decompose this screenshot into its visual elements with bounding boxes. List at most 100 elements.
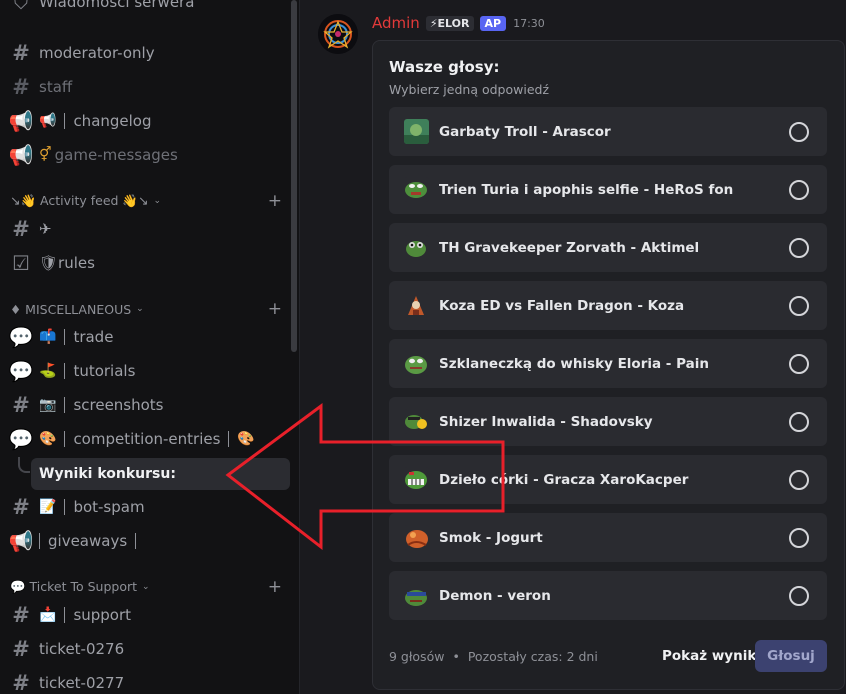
poll-option[interactable]: Shizer Inwalida - Shadovsky xyxy=(389,397,827,446)
channel-label: trade xyxy=(73,328,114,346)
radio-button[interactable] xyxy=(789,122,809,142)
separator xyxy=(135,533,137,549)
separator xyxy=(39,533,40,549)
channel-label: changelog xyxy=(73,112,152,130)
channel-plane[interactable]: # ✈ xyxy=(8,213,288,245)
username[interactable]: Admin xyxy=(372,14,420,32)
poll-title: Wasze głosy: xyxy=(389,58,500,76)
channel-trade[interactable]: 💬 📫 trade xyxy=(8,321,288,353)
channel-ticket-0276[interactable]: # ticket-0276 xyxy=(8,633,288,665)
option-label: Smok - Jogurt xyxy=(439,529,543,546)
channel-label: screenshots xyxy=(73,396,164,414)
channel-emoji: 🎨 xyxy=(39,431,57,447)
poll-option[interactable]: Szklaneczką do whisky Eloria - Pain xyxy=(389,339,827,388)
add-channel-icon[interactable]: + xyxy=(268,577,282,597)
option-thumbnail xyxy=(404,583,429,608)
channel-game-messages[interactable]: 📢 ⚥ game-messages xyxy=(8,139,288,171)
channel-label: bot-spam xyxy=(73,498,145,516)
channel-label: ticket-0276 xyxy=(39,640,125,658)
radio-button[interactable] xyxy=(789,180,809,200)
radio-button[interactable] xyxy=(789,354,809,374)
radio-button[interactable] xyxy=(789,586,809,606)
show-results-button[interactable]: Pokaż wyniki xyxy=(662,648,761,664)
option-thumbnail xyxy=(404,409,429,434)
hash-icon: # xyxy=(12,393,30,417)
poll-option[interactable]: Demon - veron xyxy=(389,571,827,620)
radio-button[interactable] xyxy=(789,296,809,316)
channel-emoji: 📢 xyxy=(39,113,57,129)
bullet-separator: • xyxy=(452,649,460,664)
radio-button[interactable] xyxy=(789,470,809,490)
radio-button[interactable] xyxy=(789,238,809,258)
chevron-down-icon: ⌄ xyxy=(153,196,162,206)
poll-option[interactable]: Smok - Jogurt xyxy=(389,513,827,562)
thread-wyniki-konkursu[interactable]: Wyniki konkursu: xyxy=(31,458,290,490)
timestamp[interactable]: 17:30 xyxy=(513,17,545,30)
option-label: Koza ED vs Fallen Dragon - Koza xyxy=(439,297,685,314)
separator xyxy=(64,329,66,345)
channel-support[interactable]: # 📩 support xyxy=(8,599,288,631)
channel-emoji: 📩 xyxy=(39,607,57,623)
thread-label: Wyniki konkursu: xyxy=(39,466,176,482)
channel-giveaways[interactable]: 📢 giveaways xyxy=(8,525,288,557)
channel-emoji: 📫 xyxy=(39,329,57,345)
poll-option[interactable]: Garbaty Troll - Arascor xyxy=(389,107,827,156)
poll-option[interactable]: TH Gravekeeper Zorvath - Aktimel xyxy=(389,223,827,272)
channel-bot-spam[interactable]: # 📝 bot-spam xyxy=(8,491,288,523)
guild-tag-badge[interactable]: ⚡ELOR xyxy=(425,15,474,31)
category-activity-feed[interactable]: ↘👋 Activity feed 👋↘ ⌄ + xyxy=(10,191,290,211)
channel-label: 🛡rules xyxy=(39,254,95,272)
megaphone-icon: 📢 xyxy=(8,109,34,133)
channel-label: staff xyxy=(39,78,73,96)
hash-icon: # xyxy=(12,41,30,65)
hash-icon: # xyxy=(12,75,30,99)
hash-icon: # xyxy=(12,495,30,519)
channel-label: moderator-only xyxy=(39,44,155,62)
category-miscellaneous[interactable]: ♦ MISCELLANEOUS ⌄ + xyxy=(10,299,290,319)
option-thumbnail xyxy=(404,293,429,318)
channel-staff[interactable]: # staff xyxy=(8,71,288,103)
option-thumbnail xyxy=(404,119,429,144)
hash-icon: # xyxy=(12,217,30,241)
option-label: Trien Turia i apophis selfie - HeRoS fon xyxy=(439,181,734,198)
channel-ticket-0277[interactable]: # ticket-0277 xyxy=(8,667,288,694)
channel-emoji: 🎨 xyxy=(237,431,255,447)
channel-tutorials[interactable]: 💬 ⛳ tutorials xyxy=(8,355,288,387)
radio-button[interactable] xyxy=(789,412,809,432)
channel-competition-entries[interactable]: 💬 🎨 competition-entries 🎨 xyxy=(8,423,288,455)
category-ticket-support[interactable]: 💬 Ticket To Support ⌄ + xyxy=(10,577,290,597)
channel-rules[interactable]: ☑ 🛡rules xyxy=(8,247,288,279)
poll-option[interactable]: Dzieło córki - Gracza XaroKacper xyxy=(389,455,827,504)
option-thumbnail xyxy=(404,177,429,202)
poll-option[interactable]: Koza ED vs Fallen Dragon - Koza xyxy=(389,281,827,330)
chevron-down-icon: ⌄ xyxy=(136,304,144,314)
channel-label: giveaways xyxy=(48,532,128,550)
radio-button[interactable] xyxy=(789,528,809,548)
avatar[interactable] xyxy=(318,14,358,54)
option-thumbnail xyxy=(404,525,429,550)
hash-icon: # xyxy=(12,603,30,627)
message-header: Admin ⚡ELOR AP 17:30 xyxy=(372,12,545,34)
separator xyxy=(64,363,66,379)
sidebar-scrollbar[interactable] xyxy=(291,0,297,352)
shield-icon: ⛉ xyxy=(13,0,29,14)
channel-sidebar: ⛉ Wiadomości serwera # moderator-only # … xyxy=(0,0,300,694)
poll-option[interactable]: Trien Turia i apophis selfie - HeRoS fon xyxy=(389,165,827,214)
channel-moderator-only[interactable]: # moderator-only xyxy=(8,37,288,69)
poll-subtitle: Wybierz jedną odpowiedź xyxy=(389,82,550,97)
channel-screenshots[interactable]: # 📷 screenshots xyxy=(8,389,288,421)
option-label: Demon - veron xyxy=(439,587,551,604)
vote-button[interactable]: Głosuj xyxy=(755,640,827,672)
category-label: 💬 Ticket To Support xyxy=(10,579,138,594)
forum-icon: 💬 xyxy=(8,427,34,451)
megaphone-icon: 📢 xyxy=(8,529,34,553)
option-thumbnail xyxy=(404,467,429,492)
add-channel-icon[interactable]: + xyxy=(268,191,282,211)
channel-label: tutorials xyxy=(73,362,136,380)
thread-connector xyxy=(18,457,30,473)
forum-icon: 💬 xyxy=(8,359,34,383)
channel-server-messages[interactable]: ⛉ Wiadomości serwera xyxy=(8,0,288,18)
channel-emoji: 📝 xyxy=(39,499,57,515)
add-channel-icon[interactable]: + xyxy=(268,299,282,319)
channel-changelog[interactable]: 📢 📢 changelog xyxy=(8,105,288,137)
